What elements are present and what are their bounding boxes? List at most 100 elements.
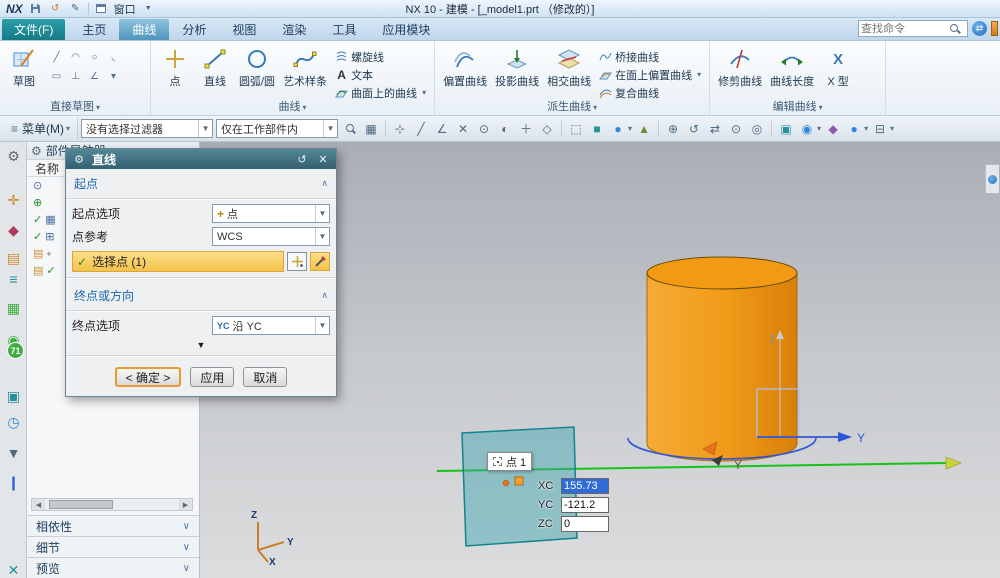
snap-intersection-icon[interactable]: ✕	[454, 120, 472, 138]
sketch-dim-icon[interactable]: ⊥	[67, 68, 84, 85]
tab-analysis[interactable]: 分析	[169, 19, 219, 40]
save-icon[interactable]	[28, 2, 43, 16]
end-option-dropdown[interactable]: YC 沿 YC ▼	[212, 316, 330, 335]
sketch-edit-icon[interactable]: ✎	[68, 2, 83, 16]
reuse-library-icon[interactable]: ≡	[3, 268, 24, 289]
sketch-rect-icon[interactable]: ▭	[48, 68, 65, 85]
snap-point-on-curve-icon[interactable]: ◇	[538, 120, 556, 138]
dialog-expand-icon[interactable]: ▼	[72, 339, 330, 351]
toolbar-chevron-icon[interactable]: ▾	[817, 124, 821, 133]
rendering-style-icon[interactable]: ●	[609, 120, 627, 138]
check-icon[interactable]: ✓	[33, 213, 42, 226]
system-materials-icon[interactable]: ✕	[3, 560, 24, 578]
history-palette-icon[interactable]: ▣	[3, 386, 24, 407]
zc-input[interactable]: 0	[561, 516, 609, 532]
trim-curve-button[interactable]: 修剪曲线	[715, 44, 765, 89]
search-icon[interactable]	[949, 23, 960, 34]
tab-render[interactable]: 渲染	[269, 19, 319, 40]
dialog-close-icon[interactable]: ✕	[315, 153, 331, 166]
notification-badge[interactable]: 71	[7, 342, 24, 359]
start-point-section-header[interactable]: 起点 ∧	[72, 171, 330, 194]
right-panel-handle[interactable]	[985, 164, 999, 194]
point-picker-button[interactable]	[310, 252, 330, 271]
hd3d-tools-icon[interactable]: ▦	[3, 298, 24, 319]
shaded-view-icon[interactable]: ■	[588, 120, 606, 138]
orient-view-icon[interactable]: ⊕	[664, 120, 682, 138]
end-point-section-header[interactable]: 终点或方向 ∧	[72, 283, 330, 306]
gear-icon[interactable]: ⚙	[31, 144, 42, 158]
dialog-gear-icon[interactable]: ⚙	[71, 153, 87, 166]
group-label-curve[interactable]: 曲线▾	[151, 98, 434, 114]
check-icon[interactable]: ✓	[46, 264, 55, 277]
plus-icon[interactable]: +	[46, 249, 51, 259]
section-dependencies[interactable]: 相依性∨	[27, 515, 199, 536]
select-window-icon[interactable]: ▦	[362, 120, 380, 138]
dropdown-arrow-icon[interactable]: ▼	[315, 317, 329, 334]
clipped-toolbar-icon[interactable]	[991, 21, 998, 36]
sync-icon[interactable]: ⇄	[972, 21, 987, 36]
part-navigator-icon[interactable]: ▤	[3, 248, 24, 269]
scroll-left-icon[interactable]: ◀	[32, 499, 45, 510]
x-form-button[interactable]: X X 型	[819, 44, 857, 89]
history-clock-icon[interactable]: ◷	[3, 412, 24, 433]
process-studio-icon[interactable]: ▼	[3, 442, 24, 463]
snap-midpoint-icon[interactable]: ∠	[433, 120, 451, 138]
search-input[interactable]	[861, 23, 947, 35]
pan-view-icon[interactable]: ⇄	[706, 120, 724, 138]
menu-button[interactable]: ≡ 菜单(M) ▾	[4, 118, 78, 139]
sketch-button[interactable]: 草图	[5, 44, 43, 89]
undo-icon[interactable]: ↺	[48, 2, 63, 16]
constraint-navigator-icon[interactable]: ◆	[3, 220, 24, 241]
tab-tools[interactable]: 工具	[319, 19, 369, 40]
dropdown-arrow-icon[interactable]: ▼	[198, 120, 212, 137]
toolbar-chevron-icon[interactable]: ▾	[890, 124, 894, 133]
tab-application-modules[interactable]: 应用模块	[369, 19, 443, 40]
assembly-navigator-icon[interactable]: ✛	[3, 190, 24, 211]
sketch-constraint-icon[interactable]: ∠	[86, 68, 103, 85]
cylinder-top-face[interactable]	[647, 257, 797, 289]
intersection-curve-button[interactable]: 相交曲线	[544, 44, 594, 89]
scrollbar-thumb[interactable]	[49, 500, 113, 509]
point-marker-dot[interactable]	[503, 480, 509, 486]
tab-view[interactable]: 视图	[219, 19, 269, 40]
dropdown-arrow-icon[interactable]: ▼	[315, 205, 329, 222]
helix-button[interactable]: 螺旋线	[332, 48, 429, 65]
horizontal-scrollbar[interactable]: ◀ ▶	[31, 498, 193, 511]
curve-length-button[interactable]: 曲线长度	[767, 44, 817, 89]
selection-scope-dropdown[interactable]: 仅在工作部件内 ▼	[216, 119, 338, 138]
scroll-right-icon[interactable]: ▶	[179, 499, 192, 510]
perspective-icon[interactable]: ◎	[748, 120, 766, 138]
text-button[interactable]: A 文本	[332, 66, 429, 83]
start-option-dropdown[interactable]: + 点 ▼	[212, 204, 330, 223]
expand-node-icon[interactable]: ⊕	[33, 196, 42, 209]
cylinder-body[interactable]	[647, 273, 797, 461]
snap-existing-point-icon[interactable]: ＋	[517, 120, 535, 138]
tab-file[interactable]: 文件(F)	[2, 19, 65, 40]
window-dropdown-icon[interactable]: ▼	[141, 2, 156, 16]
point-marker-square[interactable]	[515, 477, 523, 485]
roles-icon[interactable]: ❙	[3, 472, 24, 493]
snap-grid-icon[interactable]: ⬚	[567, 120, 585, 138]
tab-home[interactable]: 主页	[69, 19, 119, 40]
select-point-field[interactable]: ✓ 选择点 (1)	[72, 251, 284, 272]
section-details[interactable]: 细节∨	[27, 536, 199, 557]
rotate-view-icon[interactable]: ↺	[685, 120, 703, 138]
dialog-reset-icon[interactable]: ↺	[294, 153, 310, 166]
sketch-fillet-icon[interactable]: ◟	[105, 49, 122, 66]
dropdown-arrow-icon[interactable]: ▼	[315, 228, 329, 245]
sketch-arc-icon[interactable]: ◠	[67, 49, 84, 66]
studio-spline-button[interactable]: 艺术样条	[280, 44, 330, 89]
group-label-edit-curve[interactable]: 编辑曲线▾	[710, 98, 885, 114]
point-dialog-button[interactable]	[287, 252, 307, 271]
sketch-line-icon[interactable]: ╱	[48, 49, 65, 66]
offset-curve-in-face-button[interactable]: 在面上偏置曲线 ▾	[596, 66, 704, 83]
window-layers-icon[interactable]: ▣	[777, 120, 795, 138]
zoom-view-icon[interactable]: ⊙	[727, 120, 745, 138]
sketch-more-icon[interactable]: ▾	[105, 68, 122, 85]
line-button[interactable]: 直线	[196, 44, 234, 89]
dropdown-arrow-icon[interactable]: ▼	[323, 120, 337, 137]
snap-endpoint-icon[interactable]: ╱	[412, 120, 430, 138]
check-icon[interactable]: ✓	[33, 230, 42, 243]
apply-button[interactable]: 应用	[190, 367, 234, 387]
project-curve-button[interactable]: 投影曲线	[492, 44, 542, 89]
